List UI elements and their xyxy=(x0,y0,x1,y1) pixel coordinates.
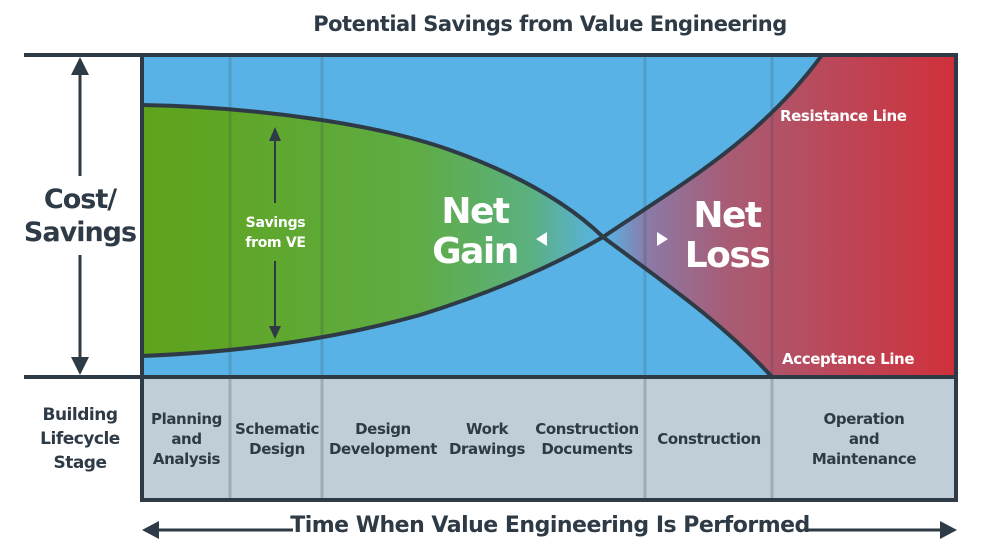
x-axis-label: Time When Value Engineering Is Performed xyxy=(290,513,810,538)
stage-header: Building Lifecycle Stage xyxy=(40,405,120,473)
y-axis-label: Cost/ Savings xyxy=(23,184,137,248)
net-loss-label: Net Loss xyxy=(684,195,771,276)
resistance-line-label: Resistance Line xyxy=(780,107,907,125)
net-gain-label: Net Gain xyxy=(432,191,519,272)
stage-operation-and-maintenance: Operation and Maintenance xyxy=(811,409,917,468)
stage-construction: Construction xyxy=(657,429,761,448)
stage-construction-documents: Construction Documents xyxy=(535,419,639,458)
stage-schematic-design: Schematic Design xyxy=(235,419,319,458)
stage-design-development: Design Development xyxy=(328,419,437,458)
stage-planning-and-analysis: Planning and Analysis xyxy=(151,409,222,468)
stage-work-drawings: Work Drawings xyxy=(448,419,526,458)
savings-from-ve-label: Savings from VE xyxy=(245,215,306,251)
acceptance-line-label: Acceptance Line xyxy=(782,350,915,368)
